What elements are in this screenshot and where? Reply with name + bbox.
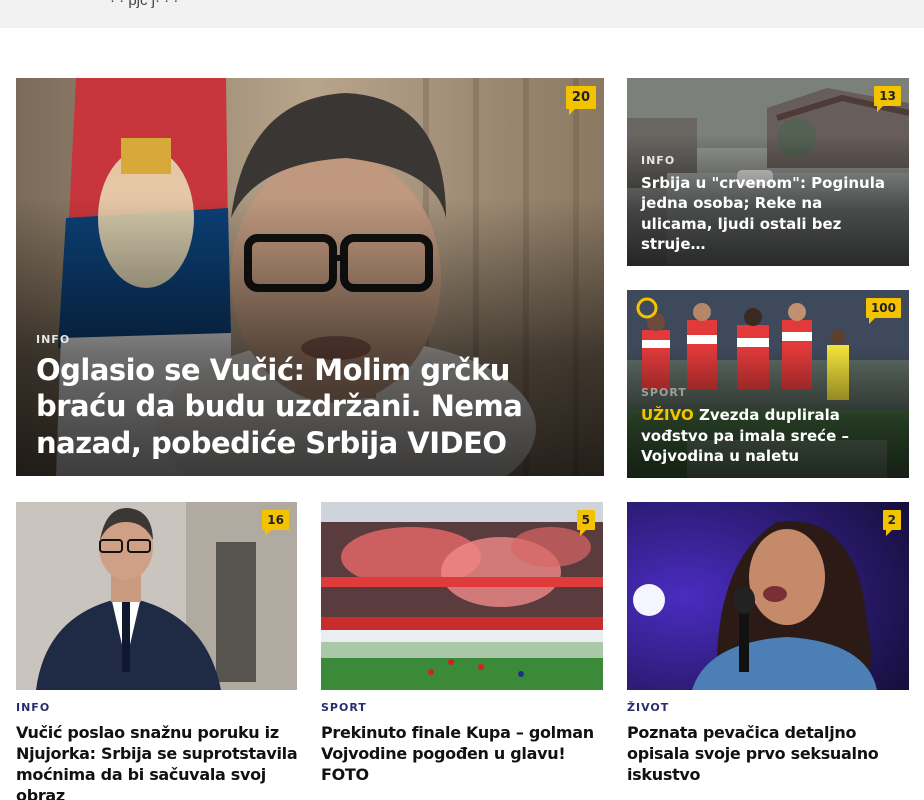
comment-badge-icon: 5 <box>576 510 595 536</box>
top-bar-text: · · pjc j· · · <box>110 0 179 9</box>
live-label: UŽIVO <box>641 406 694 425</box>
side-article-bottom[interactable]: 100 SPORT UŽIVO Zvezda duplirala vođstvo… <box>627 290 909 478</box>
side-top-overlay: INFO Srbija u "crvenom": Poginula jedna … <box>641 154 893 254</box>
side-bottom-title-wrap: UŽIVO Zvezda duplirala vođstvo pa imala … <box>641 405 893 466</box>
card-1-text: INFO Vučić poslao snažnu poruku iz Njujo… <box>16 701 298 800</box>
card-article-2-image-link[interactable]: 5 <box>321 502 603 690</box>
card-2-text: SPORT Prekinuto finale Kupa – golman Voj… <box>321 701 603 785</box>
comment-badge-icon: 100 <box>865 298 901 324</box>
card-1-title[interactable]: Vučić poslao snažnu poruku iz Njujorka: … <box>16 722 298 800</box>
hero-overlay: INFO Oglasio se Vučić: Molim grčku braću… <box>36 333 588 462</box>
comment-badge-icon: 13 <box>874 86 901 112</box>
side-top-category: INFO <box>641 154 676 167</box>
comment-badge-icon: 2 <box>882 510 901 536</box>
hero-title: Oglasio se Vučić: Molim grčku braću da b… <box>36 352 523 461</box>
comment-badge-icon: 20 <box>565 86 596 115</box>
hero-article[interactable]: 20 INFO Oglasio se Vučić: Molim grčku br… <box>16 78 604 476</box>
card-3-text: ŽIVOT Poznata pevačica detaljno opisala … <box>627 701 909 785</box>
card-article-1-image-link[interactable]: 16 <box>16 502 297 690</box>
card-2-title[interactable]: Prekinuto finale Kupa – golman Vojvodine… <box>321 722 603 785</box>
comment-badge-icon: 16 <box>262 510 289 536</box>
side-top-title: Srbija u "crvenom": Poginula jedna osoba… <box>641 174 885 253</box>
card-2-category[interactable]: SPORT <box>321 701 603 714</box>
side-article-top[interactable]: 13 INFO Srbija u "crvenom": Poginula jed… <box>627 78 909 266</box>
card-1-category[interactable]: INFO <box>16 701 298 714</box>
side-bottom-category: SPORT <box>641 386 687 400</box>
side-bottom-overlay: SPORT UŽIVO Zvezda duplirala vođstvo pa … <box>641 386 893 466</box>
card-3-image <box>627 502 909 690</box>
card-3-category[interactable]: ŽIVOT <box>627 701 909 714</box>
card-article-3-image-link[interactable]: 2 <box>627 502 909 690</box>
card-3-title[interactable]: Poznata pevačica detaljno opisala svoje … <box>627 722 909 785</box>
card-2-image <box>321 502 603 690</box>
hero-category: INFO <box>36 332 71 346</box>
top-bar: · · pjc j· · · <box>0 0 924 28</box>
card-1-image <box>16 502 297 690</box>
